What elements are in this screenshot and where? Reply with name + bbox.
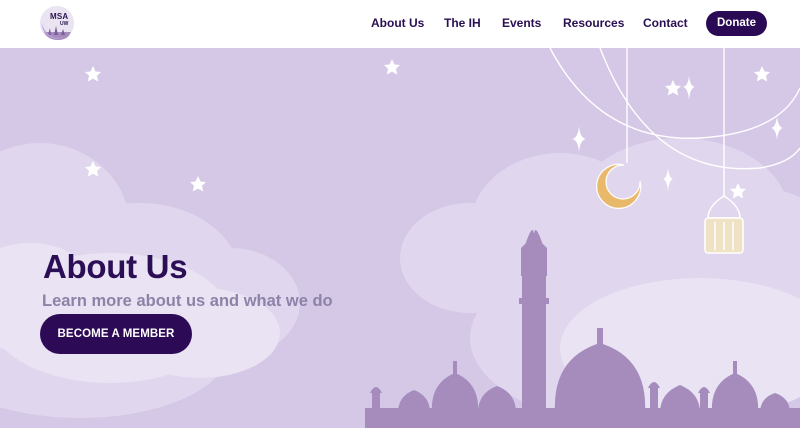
logo-icon xyxy=(40,6,74,40)
nav-about-us[interactable]: About Us xyxy=(371,16,424,30)
nav-resources[interactable]: Resources xyxy=(563,16,624,30)
hero-banner: About Us Learn more about us and what we… xyxy=(0,48,800,428)
decorative-arcs xyxy=(549,48,800,170)
page-bottom-edge xyxy=(0,428,800,435)
donate-button[interactable]: Donate xyxy=(706,11,767,36)
become-member-button[interactable]: BECOME A MEMBER xyxy=(40,314,192,354)
hero-background xyxy=(0,48,800,428)
top-navbar: MSA UW About Us The IH Events Resources … xyxy=(0,0,800,48)
nav-contact[interactable]: Contact xyxy=(643,16,688,30)
page-title: About Us xyxy=(43,248,188,285)
nav-the-ih[interactable]: The IH xyxy=(444,16,481,30)
logo[interactable]: MSA UW xyxy=(38,4,76,42)
nav-events[interactable]: Events xyxy=(502,16,541,30)
logo-text-primary: MSA xyxy=(50,12,69,21)
page-subtitle: Learn more about us and what we do xyxy=(42,292,333,310)
logo-text-secondary: UW xyxy=(60,21,69,27)
